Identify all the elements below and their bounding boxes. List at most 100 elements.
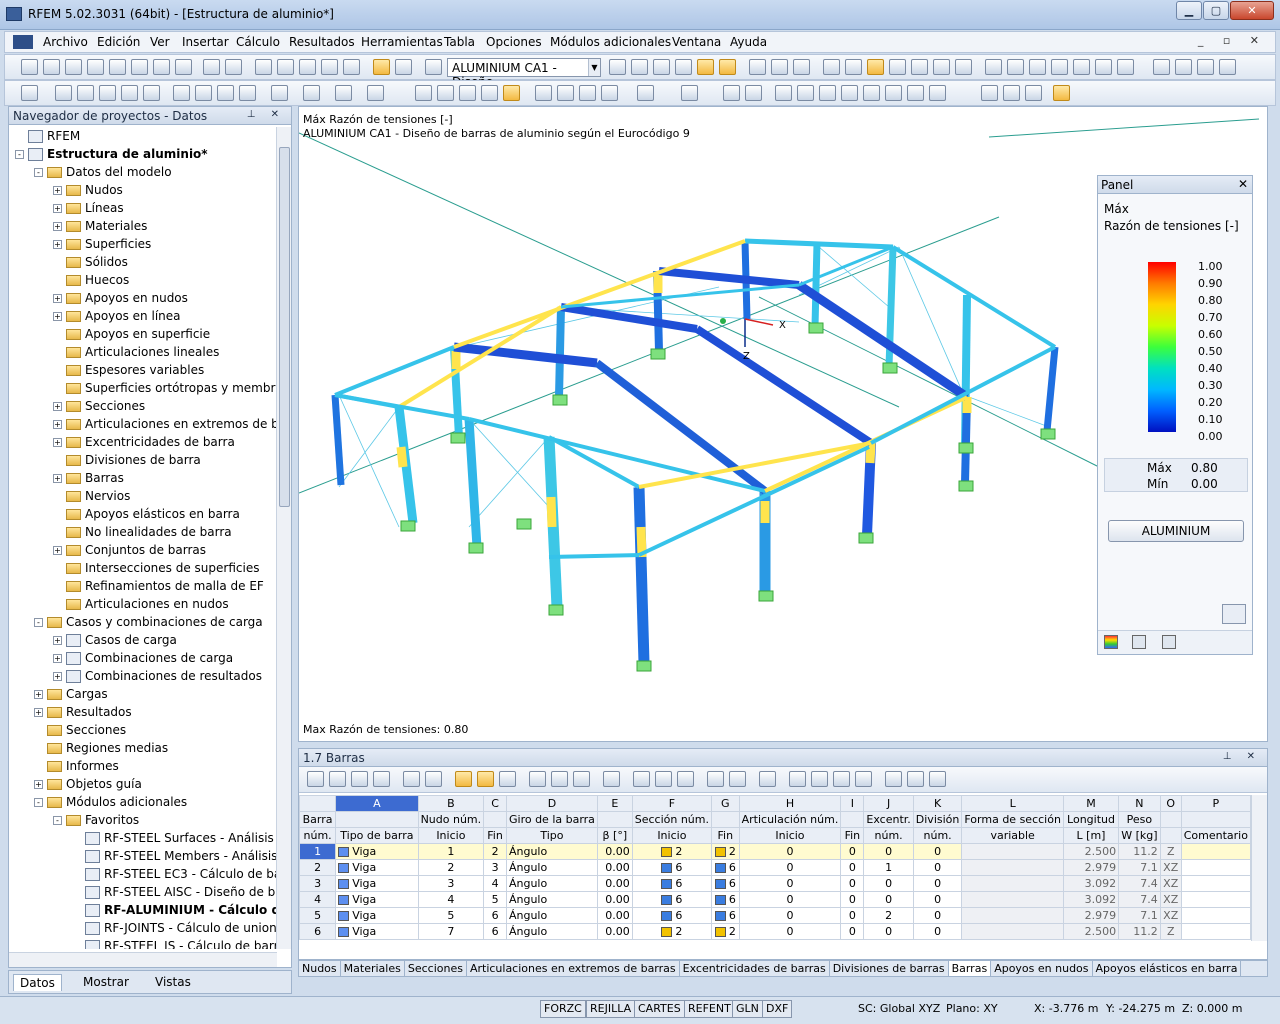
menu-calculo[interactable]: Cálculo	[236, 35, 280, 49]
tree-item[interactable]: + Barras	[53, 469, 124, 487]
table-cell[interactable]	[1180, 891, 1251, 908]
axis-x-icon[interactable]	[535, 85, 552, 101]
table-prev-icon[interactable]	[403, 771, 420, 787]
tree-item[interactable]: + Excentricidades de barra	[53, 433, 235, 451]
print-preview-icon[interactable]	[153, 59, 170, 75]
column-letter[interactable]: L	[961, 795, 1064, 812]
table-cell[interactable]: 0	[863, 891, 914, 908]
tree-item[interactable]: RFEM	[15, 127, 80, 145]
member-load-icon[interactable]	[303, 85, 320, 101]
table-cell[interactable]: 2	[299, 859, 337, 876]
max-min-icon[interactable]	[719, 59, 736, 75]
table-cell[interactable]: 6	[711, 875, 740, 892]
dimension-icon[interactable]	[335, 85, 352, 101]
table-edit-icon[interactable]	[759, 771, 776, 787]
expand-icon[interactable]: +	[53, 438, 62, 447]
filter-tab-icon[interactable]	[1162, 635, 1176, 649]
table-cell[interactable]: 0	[738, 843, 842, 860]
table-cell[interactable]: 0	[912, 843, 963, 860]
table-cut-icon[interactable]	[633, 771, 650, 787]
tree-item[interactable]: - Módulos adicionales	[34, 793, 187, 811]
result-chart-icon[interactable]	[1025, 85, 1042, 101]
table-settings-icon[interactable]	[855, 771, 872, 787]
menu-ayuda[interactable]: Ayuda	[730, 35, 767, 49]
column-letter[interactable]: C	[483, 795, 507, 812]
tree-item[interactable]: - Casos y combinaciones de carga	[34, 613, 263, 631]
load-case-icon[interactable]	[425, 59, 442, 75]
undo-icon[interactable]	[203, 59, 220, 75]
column-letter[interactable]: D	[505, 795, 598, 812]
view-x-icon[interactable]	[889, 59, 906, 75]
window-icon[interactable]	[343, 59, 360, 75]
opening-icon[interactable]	[143, 85, 160, 101]
axis-xyz-icon[interactable]	[601, 85, 618, 101]
expand-icon[interactable]: +	[53, 654, 62, 663]
table-row[interactable]: 5 Viga 5 6 Ángulo 0.00 6 6 0 0 2 0 2.979 7.1 XZ	[299, 907, 1251, 924]
view-3d-icon[interactable]	[867, 59, 884, 75]
column-letter[interactable]: N	[1118, 795, 1161, 812]
table-cell[interactable]: 3	[299, 875, 337, 892]
table-row[interactable]: 6 Viga 7 6 Ángulo 0.00 2 2 0 0 0 0 2.500 11.2 Z	[299, 923, 1251, 940]
tree-item[interactable]: + Cargas	[34, 685, 108, 703]
table-cell[interactable]: XZ	[1159, 907, 1182, 924]
table-cell[interactable]: Viga	[335, 875, 419, 892]
table-insert-icon[interactable]	[351, 771, 368, 787]
panel-toggle-icon[interactable]	[1053, 85, 1070, 101]
table-tab[interactable]: Apoyos elásticos en barra	[1093, 961, 1242, 976]
table-cell[interactable]	[961, 891, 1064, 908]
tree-item[interactable]: RF-STEEL Surfaces - Análisis general de …	[72, 829, 277, 847]
measure-icon[interactable]	[745, 85, 762, 101]
tree-item[interactable]: No linealidades de barra	[53, 523, 232, 541]
minimize-button[interactable]: ▁	[1176, 1, 1202, 20]
tree-item[interactable]: Refinamientos de malla de EF	[53, 577, 264, 595]
edit-icon[interactable]	[255, 59, 272, 75]
tree-item[interactable]: Apoyos en superficie	[53, 325, 210, 343]
table-pin-icon[interactable]: ⊥ ✕	[1223, 751, 1261, 762]
table-cell[interactable]: Ángulo	[505, 875, 598, 892]
navigator-scrollbar[interactable]	[276, 127, 291, 949]
table-cell[interactable]	[1180, 859, 1251, 876]
table-cell[interactable]: 0.00	[596, 907, 633, 924]
table-cell[interactable]: 5	[483, 891, 507, 908]
redo-icon[interactable]	[225, 59, 242, 75]
expand-icon[interactable]: +	[53, 546, 62, 555]
deformation-icon[interactable]	[749, 59, 766, 75]
menu-opciones[interactable]: Opciones	[486, 35, 542, 49]
settings-icon[interactable]	[1117, 59, 1134, 75]
table-cell[interactable]: 0	[738, 859, 842, 876]
column-letter[interactable]: M	[1062, 795, 1120, 812]
tree-item[interactable]: - Datos del modelo	[34, 163, 172, 181]
table-cell[interactable]: 0	[738, 875, 842, 892]
table-cell[interactable]: 2	[863, 907, 914, 924]
table-cell[interactable]	[1180, 843, 1251, 860]
table-cell[interactable]: 0.00	[596, 923, 633, 940]
table-cell[interactable]: 6	[483, 907, 507, 924]
result-table-icon[interactable]	[1003, 85, 1020, 101]
table-cell[interactable]: 2	[711, 843, 740, 860]
table-cell[interactable]: Viga	[335, 907, 419, 924]
tree-item[interactable]: Sólidos	[53, 253, 128, 271]
tab-datos[interactable]: Datos	[13, 974, 62, 991]
section-icon[interactable]	[793, 59, 810, 75]
table-copy-icon[interactable]	[655, 771, 672, 787]
tree-item[interactable]: Articulaciones lineales	[53, 343, 219, 361]
tree-item[interactable]: - Estructura de aluminio*	[15, 145, 208, 163]
table-cell[interactable]: Ángulo	[505, 891, 598, 908]
tree-item[interactable]: Huecos	[53, 271, 129, 289]
tree-item[interactable]: + Nudos	[53, 181, 123, 199]
tree-item[interactable]: + Apoyos en línea	[53, 307, 181, 325]
guide-icon[interactable]	[367, 85, 384, 101]
table-tab[interactable]: Apoyos en nudos	[991, 961, 1093, 976]
expand-icon[interactable]: +	[53, 402, 62, 411]
mdi-window-controls[interactable]: _ ▫ ✕	[1198, 34, 1267, 47]
expand-icon[interactable]: +	[53, 222, 62, 231]
show-results-icon[interactable]	[697, 59, 714, 75]
tree-item[interactable]: Informes	[34, 757, 119, 775]
toggle-forzc[interactable]: FORZC	[540, 1000, 586, 1018]
collapse-icon[interactable]: -	[34, 168, 43, 177]
scale-tab-icon[interactable]	[1132, 635, 1146, 649]
table-cell[interactable]: XZ	[1159, 859, 1182, 876]
table-cell[interactable]: Viga	[335, 923, 419, 940]
print-icon[interactable]	[131, 59, 148, 75]
table-cell[interactable]: 0.00	[596, 859, 633, 876]
